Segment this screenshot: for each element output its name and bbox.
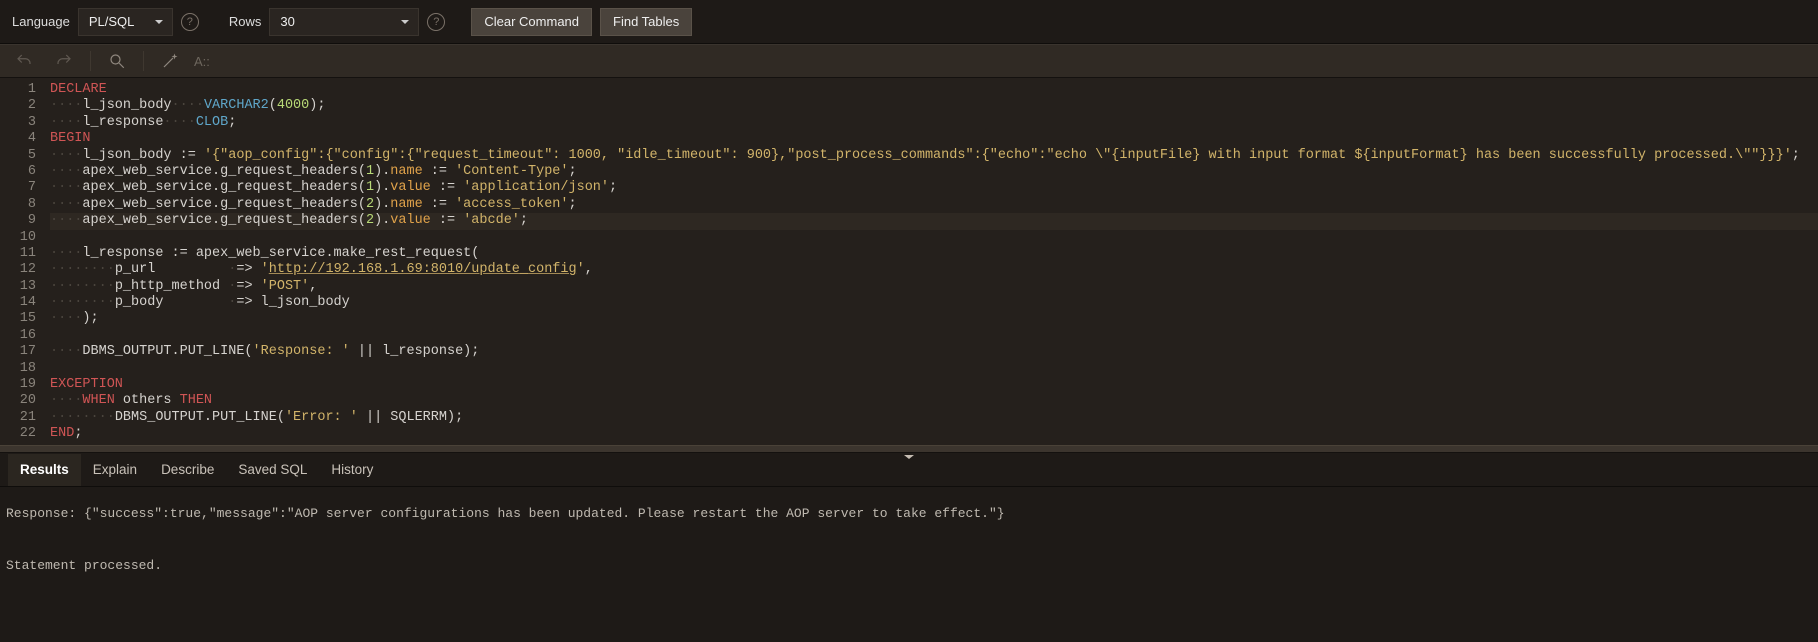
tab-explain[interactable]: Explain xyxy=(81,454,149,486)
help-icon[interactable]: ? xyxy=(181,13,199,31)
help-icon[interactable]: ? xyxy=(427,13,445,31)
code-line[interactable]: ····l_json_body := '{"aop_config":{"conf… xyxy=(50,148,1818,164)
resize-handle[interactable] xyxy=(0,445,1818,453)
code-line[interactable]: ····WHEN others THEN xyxy=(50,393,1818,409)
code-line[interactable]: ····DBMS_OUTPUT.PUT_LINE('Response: ' ||… xyxy=(50,344,1818,360)
code-area[interactable]: DECLARE····l_json_body····VARCHAR2(4000)… xyxy=(44,78,1818,445)
code-line[interactable]: ····); xyxy=(50,311,1818,327)
output-panel: Response: {"success":true,"message":"AOP… xyxy=(0,487,1818,593)
chevron-down-icon xyxy=(154,17,164,27)
output-line-2: Statement processed. xyxy=(6,558,162,573)
tab-history[interactable]: History xyxy=(319,454,385,486)
language-select-value: PL/SQL xyxy=(89,14,135,29)
code-line[interactable]: ········DBMS_OUTPUT.PUT_LINE('Error: ' |… xyxy=(50,410,1818,426)
editor-icon-toolbar: A:: xyxy=(0,44,1818,78)
code-line[interactable]: ········p_body ·=> l_json_body xyxy=(50,295,1818,311)
rows-select[interactable]: 30 xyxy=(269,8,419,36)
output-line-1: Response: {"success":true,"message":"AOP… xyxy=(6,506,1005,521)
code-line[interactable]: ········p_http_method ·=> 'POST', xyxy=(50,279,1818,295)
clear-command-button[interactable]: Clear Command xyxy=(471,8,592,36)
tab-describe[interactable]: Describe xyxy=(149,454,226,486)
code-line[interactable]: BEGIN xyxy=(50,131,1818,147)
tab-results[interactable]: Results xyxy=(8,454,81,486)
language-label: Language xyxy=(12,14,70,29)
code-line[interactable]: END; xyxy=(50,426,1818,442)
code-line[interactable]: ····apex_web_service.g_request_headers(2… xyxy=(50,197,1818,213)
rows-select-value: 30 xyxy=(280,14,294,29)
code-line[interactable]: ····apex_web_service.g_request_headers(1… xyxy=(50,180,1818,196)
code-line[interactable]: ········p_url ·=> 'http://192.168.1.69:8… xyxy=(50,262,1818,278)
hint-placeholder: A:: xyxy=(194,54,210,69)
code-editor[interactable]: 12345678910111213141516171819202122 DECL… xyxy=(0,78,1818,445)
line-gutter: 12345678910111213141516171819202122 xyxy=(0,78,44,445)
code-line[interactable]: ····apex_web_service.g_request_headers(2… xyxy=(50,213,1818,229)
code-line[interactable] xyxy=(50,230,1818,246)
search-icon[interactable] xyxy=(107,51,127,71)
rows-label: Rows xyxy=(229,14,262,29)
undo-icon[interactable] xyxy=(14,51,34,71)
wand-icon[interactable] xyxy=(160,51,180,71)
code-line[interactable]: ····apex_web_service.g_request_headers(1… xyxy=(50,164,1818,180)
code-line[interactable]: DECLARE xyxy=(50,82,1818,98)
find-tables-button[interactable]: Find Tables xyxy=(600,8,692,36)
code-line[interactable] xyxy=(50,328,1818,344)
grip-icon xyxy=(902,447,916,465)
separator xyxy=(143,51,144,71)
code-line[interactable]: ····l_response····CLOB; xyxy=(50,115,1818,131)
chevron-down-icon xyxy=(400,17,410,27)
language-select[interactable]: PL/SQL xyxy=(78,8,173,36)
code-line[interactable] xyxy=(50,361,1818,377)
separator xyxy=(90,51,91,71)
redo-icon[interactable] xyxy=(54,51,74,71)
code-line[interactable]: ····l_response := apex_web_service.make_… xyxy=(50,246,1818,262)
tab-saved-sql[interactable]: Saved SQL xyxy=(226,454,319,486)
code-line[interactable]: EXCEPTION xyxy=(50,377,1818,393)
top-toolbar: Language PL/SQL ? Rows 30 ? Clear Comman… xyxy=(0,0,1818,44)
code-line[interactable]: ····l_json_body····VARCHAR2(4000); xyxy=(50,98,1818,114)
